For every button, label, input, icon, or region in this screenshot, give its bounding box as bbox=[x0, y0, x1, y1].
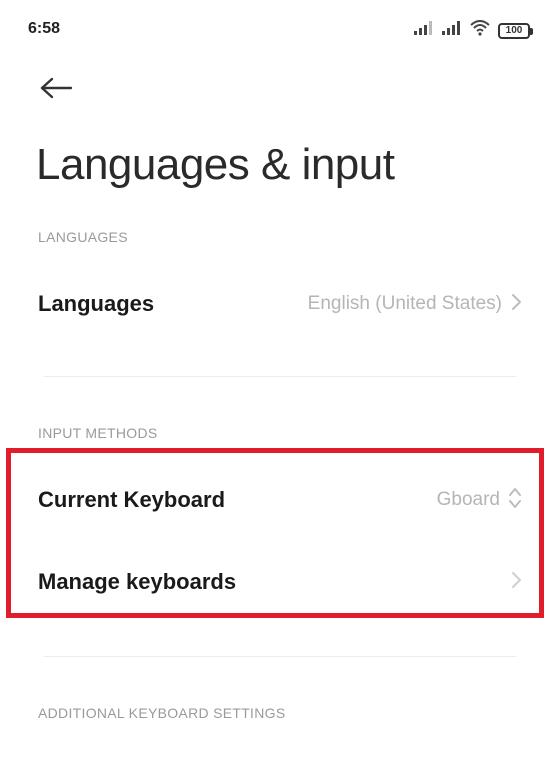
chevron-up-down-icon bbox=[508, 486, 522, 515]
section-header-additional: ADDITIONAL KEYBOARD SETTINGS bbox=[38, 705, 286, 721]
divider bbox=[44, 656, 516, 657]
row-value: English (United States) bbox=[307, 293, 502, 314]
wifi-icon bbox=[470, 20, 490, 41]
row-right bbox=[510, 570, 522, 595]
languages-row[interactable]: Languages English (United States) bbox=[38, 276, 522, 332]
chevron-right-icon bbox=[510, 570, 522, 595]
row-right: English (United States) bbox=[308, 292, 522, 317]
row-label: Languages bbox=[38, 291, 155, 316]
status-time: 6:58 bbox=[28, 20, 61, 37]
section-header-input-methods: INPUT METHODS bbox=[38, 425, 158, 441]
back-button[interactable] bbox=[36, 70, 76, 110]
row-right: Gboard bbox=[437, 486, 522, 515]
current-keyboard-row[interactable]: Current Keyboard Gboard bbox=[38, 472, 522, 528]
row-value: Gboard bbox=[436, 489, 500, 510]
row-label: Manage keyboards bbox=[38, 569, 237, 594]
section-header-languages: LANGUAGES bbox=[38, 229, 128, 245]
row-label: Current Keyboard bbox=[38, 487, 226, 512]
signal-icon bbox=[442, 21, 462, 40]
page-title: Languages & input bbox=[36, 140, 395, 189]
divider bbox=[44, 376, 516, 377]
arrow-left-icon bbox=[39, 77, 73, 104]
signal-icon bbox=[414, 21, 434, 40]
status-bar: 6:58 100 bbox=[0, 0, 560, 60]
status-icons: 100 bbox=[414, 20, 533, 41]
battery-icon: 100 bbox=[498, 22, 533, 39]
chevron-right-icon bbox=[510, 292, 522, 317]
manage-keyboards-row[interactable]: Manage keyboards bbox=[38, 554, 522, 610]
